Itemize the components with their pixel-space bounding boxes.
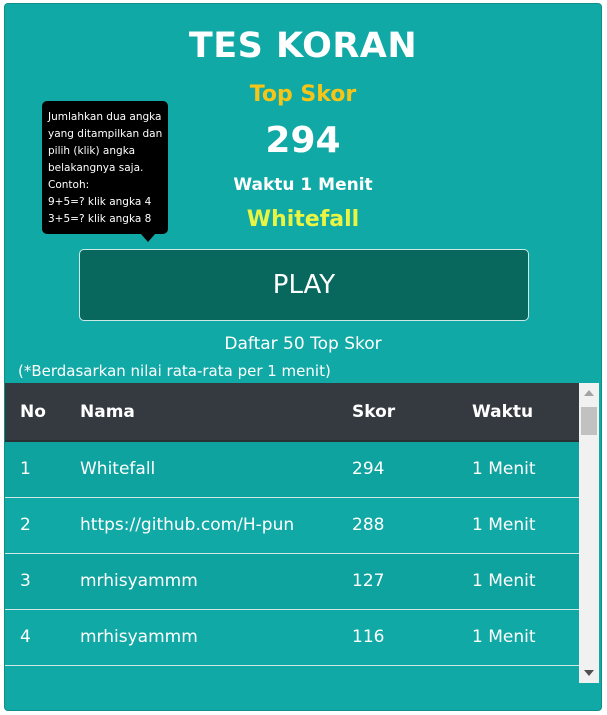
cell-no: 3 [20,571,31,591]
tooltip-arrow-icon [141,234,155,242]
tooltip-line: 3+5=? klik angka 8 [48,213,152,225]
cell-skor: 288 [352,515,385,535]
cell-waktu: 1 Menit [472,627,536,647]
cell-waktu: 1 Menit [472,571,536,591]
instructions-tooltip: Jumlahkan dua angka yang ditampilkan dan… [42,101,168,234]
cell-skor: 294 [352,459,385,480]
column-header-nama: Nama [80,383,352,442]
table-row: 1 Whitefall 294 1 Menit [5,441,579,497]
cell-waktu: 1 Menit [472,515,536,535]
scroll-down-arrow-icon[interactable] [584,670,594,676]
table-scrollbar[interactable] [579,383,599,683]
page-title: TES KORAN [188,26,418,66]
table-row: 3 mrhisyammm 127 1 Menit [5,553,579,609]
leaderboard-table-container[interactable]: No Nama Skor Waktu 1 Whitefall 294 1 Men… [5,383,579,683]
cell-no: 1 [20,459,31,480]
tooltip-line: Contoh: [48,179,90,191]
cell-nama: mrhisyammm [80,627,198,647]
table-row: 4 mrhisyammm 116 1 Menit [5,609,579,665]
cell-waktu: 1 Menit [472,459,536,480]
tooltip-line: pilih (klik) angka [48,145,136,157]
cell-nama: https://github.com/H-pun [80,515,295,535]
tooltip-line: belakangnya saja. [48,162,144,174]
column-header-no: No [5,383,80,442]
cell-nama: mrhisyammm [80,571,198,591]
cell-skor: 116 [352,627,385,647]
tooltip-line: Jumlahkan dua angka [48,111,162,123]
cell-skor: 127 [352,571,385,591]
tooltip-line: yang ditampilkan dan [48,128,163,140]
scroll-thumb[interactable] [581,407,597,435]
tooltip-line: 9+5=? klik angka 4 [48,196,152,208]
play-button[interactable]: PLAY [79,249,529,321]
column-header-skor: Skor [352,383,472,442]
leaderboard-title: Daftar 50 Top Skor [224,334,382,354]
cell-nama: Whitefall [80,459,156,480]
scroll-up-arrow-icon[interactable] [584,390,594,396]
table-row: 2 https://github.com/H-pun 288 1 Menit [5,497,579,553]
table-header-row: No Nama Skor Waktu [5,383,579,442]
leaderboard-note: (*Berdasarkan nilai rata-rata per 1 meni… [18,362,331,380]
leaderboard-table: No Nama Skor Waktu 1 Whitefall 294 1 Men… [5,383,579,666]
column-header-waktu: Waktu [472,383,579,442]
cell-no: 4 [20,627,31,647]
cell-no: 2 [20,515,31,535]
